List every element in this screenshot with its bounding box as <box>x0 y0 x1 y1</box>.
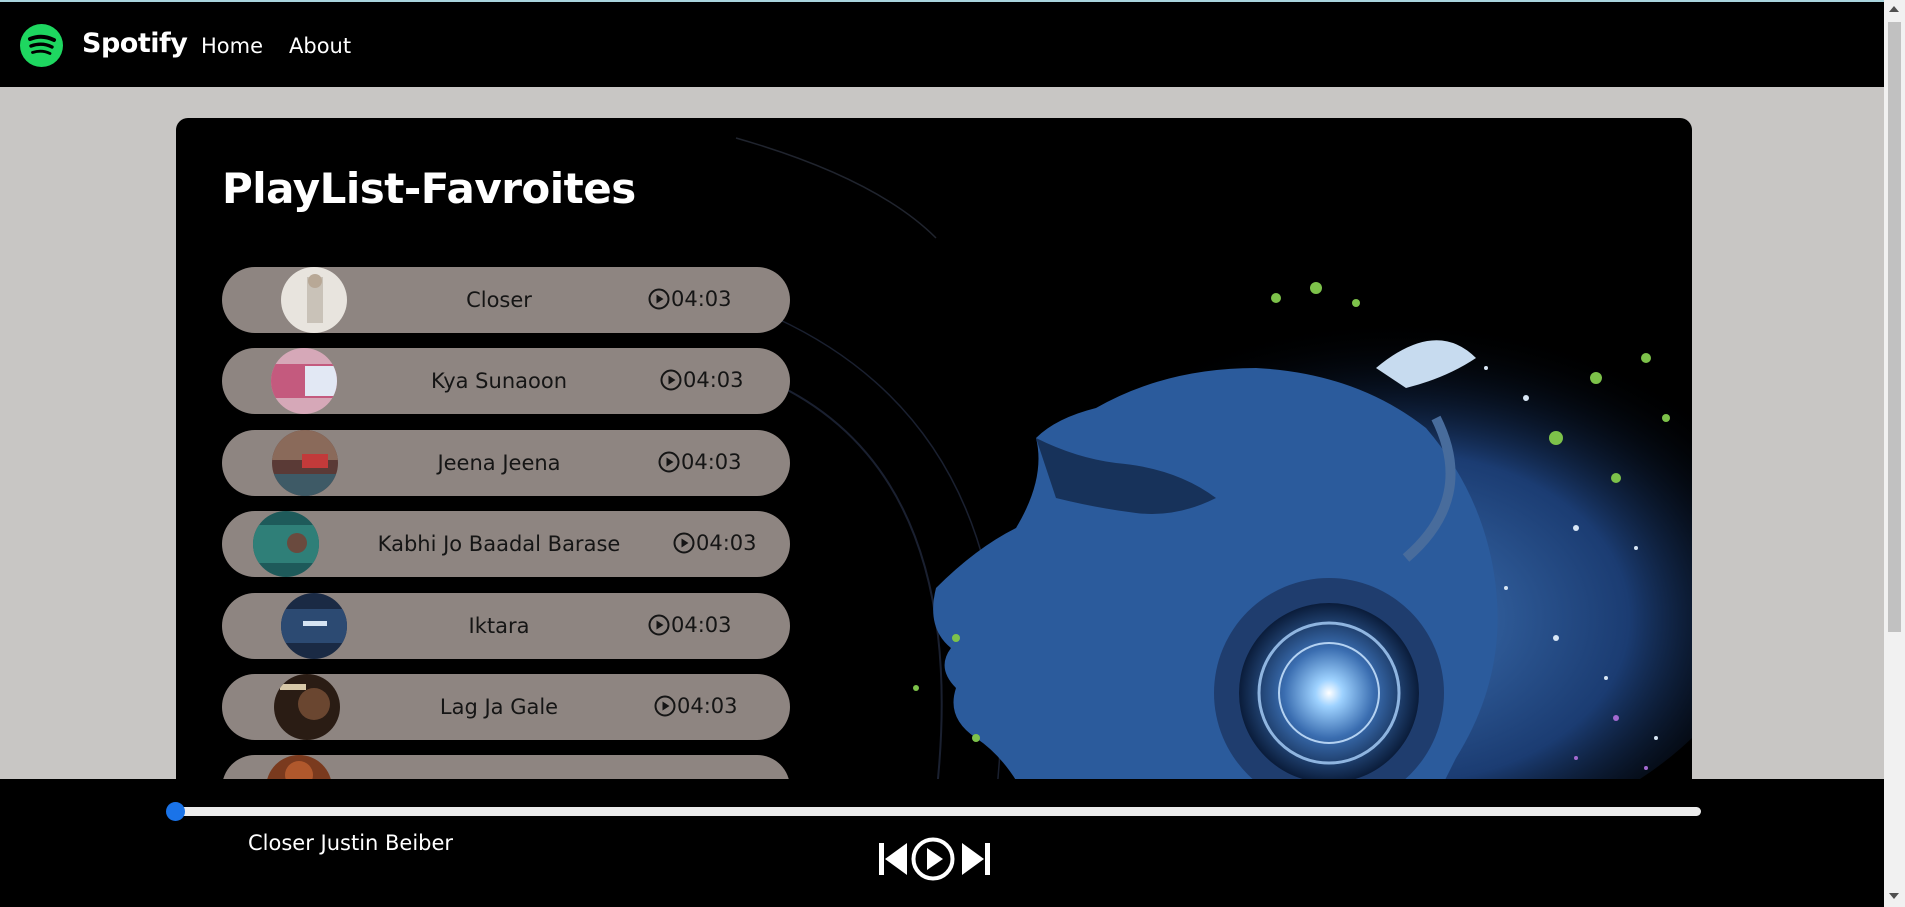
play-circle-icon[interactable] <box>660 369 682 391</box>
play-circle-icon[interactable] <box>658 451 680 473</box>
play-circle-icon[interactable] <box>654 695 676 717</box>
scrollbar-thumb[interactable] <box>1888 22 1901 632</box>
song-duration: 04:03 <box>648 613 732 637</box>
duration-text: 04:03 <box>696 531 757 555</box>
play-circle-icon[interactable] <box>648 614 670 636</box>
scroll-down-arrow-icon[interactable] <box>1889 893 1899 899</box>
song-item[interactable]: Kabhi Jo Baadal Barase 04:03 <box>222 511 790 577</box>
next-icon[interactable] <box>961 841 991 877</box>
duration-text: 04:03 <box>677 694 738 718</box>
song-duration: 04:03 <box>658 450 742 474</box>
spotify-logo-icon[interactable] <box>20 24 63 67</box>
duration-text: 04:03 <box>671 287 732 311</box>
now-playing-text: Closer Justin Beiber <box>248 831 454 855</box>
song-item[interactable]: Closer 04:03 <box>222 267 790 333</box>
previous-icon[interactable] <box>878 841 908 877</box>
play-circle-icon[interactable] <box>648 288 670 310</box>
song-duration: 04:03 <box>648 287 732 311</box>
song-item[interactable]: Iktara 04:03 <box>222 593 790 659</box>
page-title: PlayList-Favroites <box>222 164 636 213</box>
song-item[interactable]: Lag Ja Gale 04:03 <box>222 674 790 740</box>
song-item[interactable]: Kya Sunaoon 04:03 <box>222 348 790 414</box>
brand-name[interactable]: Spotify <box>82 28 188 59</box>
song-duration: 04:03 <box>660 368 744 392</box>
music-player-bar: Closer Justin Beiber <box>0 779 1884 907</box>
play-icon[interactable] <box>911 837 955 881</box>
nav-link-about[interactable]: About <box>289 34 351 58</box>
playlist-container: PlayList-Favroites Closer 04:03 Kya Suna… <box>176 118 1692 798</box>
nav-link-home[interactable]: Home <box>201 34 263 58</box>
song-duration: 04:03 <box>673 531 757 555</box>
duration-text: 04:03 <box>681 450 742 474</box>
progress-slider-thumb[interactable] <box>166 802 185 821</box>
duration-text: 04:03 <box>683 368 744 392</box>
scroll-up-arrow-icon[interactable] <box>1889 6 1899 12</box>
play-circle-icon[interactable] <box>673 532 695 554</box>
duration-text: 04:03 <box>671 613 732 637</box>
progress-slider[interactable] <box>176 807 1701 816</box>
song-item[interactable]: Jeena Jeena 04:03 <box>222 430 790 496</box>
song-duration: 04:03 <box>654 694 738 718</box>
top-navbar: Spotify Home About <box>0 0 1884 87</box>
